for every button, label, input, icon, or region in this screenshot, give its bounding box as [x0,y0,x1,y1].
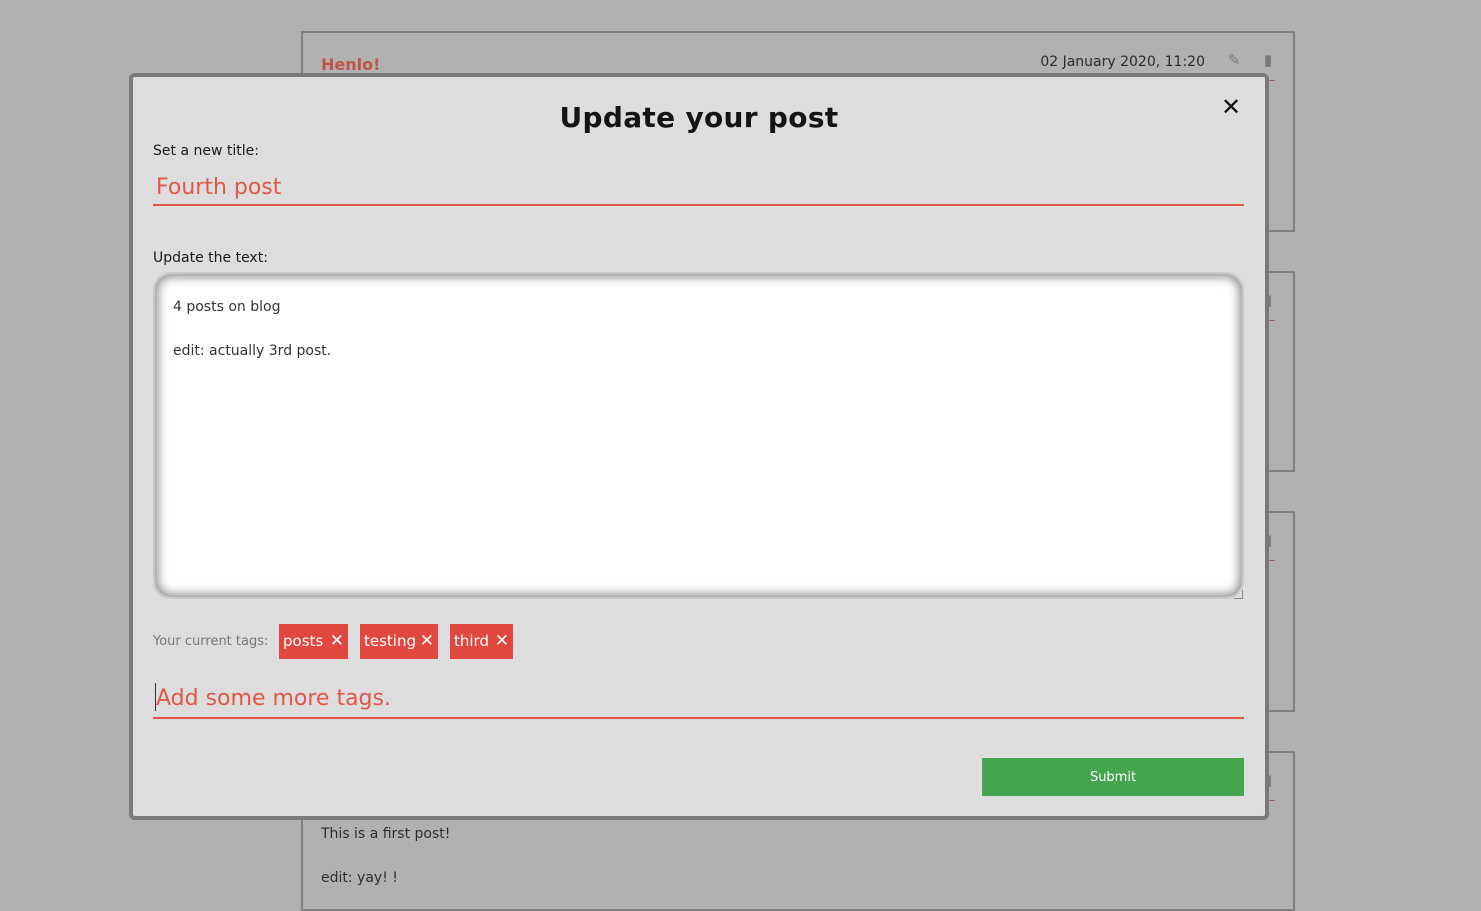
tag-chip: testing ✕ [360,624,438,659]
trash-icon[interactable]: ▮ [1259,51,1277,69]
tag-chip: third ✕ [450,624,513,659]
tag-label: testing [364,632,417,650]
close-icon[interactable]: ✕ [1219,95,1243,119]
tag-chip: posts ✕ [279,624,348,659]
text-label: Update the text: [153,250,268,266]
title-input[interactable] [153,170,1244,206]
post-body-line: edit: yay! ! [321,870,398,886]
resize-handle-icon[interactable] [1234,590,1243,599]
tag-label: posts [283,632,324,650]
remove-tag-icon[interactable]: ✕ [495,624,509,659]
edit-icon[interactable]: ✎ [1225,51,1243,69]
post-text-area[interactable]: 4 posts on blog edit: actually 3rd post. [153,272,1244,599]
update-post-modal: Update your post ✕ Set a new title: Upda… [129,73,1269,820]
modal-title: Update your post [559,101,839,134]
add-tags-input[interactable] [153,679,1244,719]
post-date: 02 January 2020, 11:20 [1040,54,1205,70]
tag-label: third [454,632,489,650]
post-title[interactable]: Henlo! [321,55,380,74]
remove-tag-icon[interactable]: ✕ [420,624,434,659]
text-cursor [155,683,156,711]
title-label: Set a new title: [153,143,259,159]
remove-tag-icon[interactable]: ✕ [330,624,344,659]
tags-label: Your current tags: [153,634,269,649]
submit-button[interactable]: Submit [982,758,1244,796]
post-body-line: This is a first post! [321,826,451,842]
